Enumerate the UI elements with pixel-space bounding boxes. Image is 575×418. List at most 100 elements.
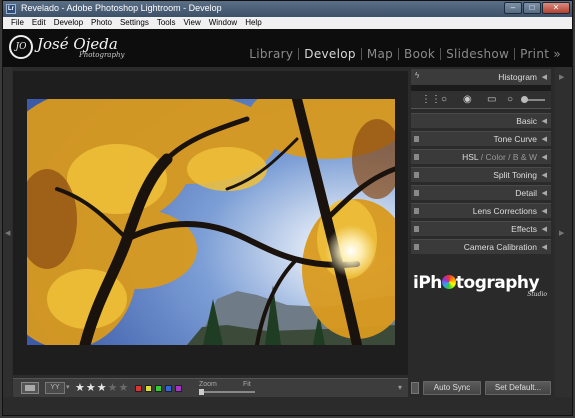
maximize-icon[interactable]: □	[523, 2, 541, 14]
panel-toggle-switch[interactable]	[414, 244, 419, 250]
star-icon[interactable]: ★	[108, 381, 118, 395]
identity-subtitle: Photography	[79, 51, 125, 59]
minimize-icon[interactable]: –	[504, 2, 522, 14]
develop-tool-strip: ⋮⋮ ○ ◉ ▭ ○	[411, 91, 551, 109]
panel-bottom-buttons: Auto Sync Set Default...	[411, 380, 551, 396]
menu-photo[interactable]: Photo	[87, 17, 116, 29]
tab-hsl[interactable]: HSL	[462, 152, 478, 162]
panel-toggle-switch[interactable]	[414, 172, 419, 178]
module-slideshow[interactable]: Slideshow	[441, 47, 514, 61]
star-rating[interactable]: ★ ★ ★ ★ ★	[75, 381, 128, 395]
panel-tone-curve[interactable]: Tone Curve ◀	[411, 131, 551, 146]
star-icon[interactable]: ★	[86, 381, 96, 395]
collapse-triangle-icon[interactable]: ◀	[542, 153, 547, 161]
panel-detail[interactable]: Detail ◀	[411, 185, 551, 200]
color-labels	[135, 385, 182, 392]
title-bar[interactable]: Lr Revelado - Adobe Photoshop Lightroom …	[3, 1, 572, 17]
panel-basic-label: Basic	[516, 116, 537, 126]
module-print[interactable]: Print »	[515, 47, 566, 61]
tool-slider-thumb[interactable]	[521, 96, 528, 103]
left-panel-collapsed[interactable]: ◀	[3, 67, 12, 397]
zoom-label: Zoom	[199, 381, 217, 388]
right-panel-collapse-icon[interactable]: ▶	[559, 229, 564, 237]
color-label-swatch[interactable]	[175, 385, 182, 392]
panel-lens-corrections[interactable]: Lens Corrections ◀	[411, 203, 551, 218]
zoom-fit-label: Fit	[243, 381, 251, 388]
autumn-tree-photo	[27, 99, 395, 345]
develop-right-panel: ϟ Histogram ◀ ⋮⋮ ○ ◉ ▭ ○ Basic ◀ Tone Cu…	[409, 67, 553, 397]
set-default-button[interactable]: Set Default...	[485, 381, 551, 395]
iphotography-watermark: iPh tography Studio	[413, 273, 549, 301]
loupe-view-button[interactable]	[21, 382, 39, 394]
tab-color[interactable]: Color	[485, 152, 505, 162]
chevron-down-icon[interactable]: ▾	[66, 383, 70, 391]
star-icon[interactable]: ★	[119, 381, 129, 395]
collapse-triangle-icon[interactable]: ◀	[542, 225, 547, 233]
lightroom-app-icon: Lr	[6, 4, 16, 14]
menu-view[interactable]: View	[180, 17, 205, 29]
panel-toggle-switch[interactable]	[414, 190, 419, 196]
panel-camera-calibration-label: Camera Calibration	[463, 242, 537, 252]
module-map[interactable]: Map	[362, 47, 398, 61]
color-label-swatch[interactable]	[165, 385, 172, 392]
panel-toggle-switch[interactable]	[414, 226, 419, 232]
color-label-swatch[interactable]	[145, 385, 152, 392]
window-controls: – □ ✕	[504, 2, 570, 14]
collapse-triangle-icon[interactable]: ◀	[542, 73, 547, 81]
panel-split-toning[interactable]: Split Toning ◀	[411, 167, 551, 182]
color-label-swatch[interactable]	[135, 385, 142, 392]
menu-file[interactable]: File	[7, 17, 28, 29]
auto-sync-button[interactable]: Auto Sync	[423, 381, 481, 395]
histogram-panel-header[interactable]: ϟ Histogram ◀	[411, 69, 551, 85]
hsl-separator: /	[480, 152, 484, 162]
menu-edit[interactable]: Edit	[28, 17, 50, 29]
module-develop[interactable]: Develop	[299, 47, 361, 61]
star-icon[interactable]: ★	[97, 381, 107, 395]
right-panel-toggle-icon[interactable]: ▶	[559, 73, 564, 81]
panel-lens-corrections-label: Lens Corrections	[472, 206, 537, 216]
module-book[interactable]: Book	[399, 47, 440, 61]
right-panel-edge[interactable]: ▶ ▶	[555, 67, 572, 397]
menu-window[interactable]: Window	[205, 17, 241, 29]
collapse-triangle-icon[interactable]: ◀	[542, 207, 547, 215]
collapse-triangle-icon[interactable]: ◀	[542, 189, 547, 197]
collapse-triangle-icon[interactable]: ◀	[542, 135, 547, 143]
module-library[interactable]: Library	[244, 47, 298, 61]
left-panel-toggle-icon[interactable]: ◀	[5, 229, 10, 237]
collapse-triangle-icon[interactable]: ◀	[542, 117, 547, 125]
star-icon[interactable]: ★	[75, 381, 85, 395]
panel-hsl[interactable]: HSL / Color / B & W ◀	[411, 149, 551, 164]
panel-effects[interactable]: Effects ◀	[411, 221, 551, 236]
zoom-slider-thumb[interactable]	[199, 389, 204, 395]
red-eye-icon[interactable]: ◉	[463, 95, 472, 105]
panel-split-toning-label: Split Toning	[493, 170, 537, 180]
panel-basic[interactable]: Basic ◀	[411, 113, 551, 128]
watermark-prefix: iPh	[413, 273, 442, 293]
panel-camera-calibration[interactable]: Camera Calibration ◀	[411, 239, 551, 254]
spot-removal-icon[interactable]: ○	[441, 95, 447, 105]
panel-toggle-switch[interactable]	[414, 154, 419, 160]
zoom-slider-track[interactable]	[199, 391, 255, 393]
identity-plate-bar: JO José Ojeda Photography Library Develo…	[3, 29, 572, 67]
before-after-button[interactable]: YY	[45, 382, 65, 394]
watermark-studio: Studio	[527, 291, 547, 298]
menu-help[interactable]: Help	[241, 17, 265, 29]
tab-bw[interactable]: B & W	[513, 152, 537, 162]
photo-preview	[27, 99, 395, 345]
adjustment-brush-icon[interactable]: ○	[507, 95, 513, 105]
graduated-filter-icon[interactable]: ▭	[487, 95, 496, 105]
crop-overlay-icon[interactable]: ⋮⋮	[421, 95, 441, 105]
menu-develop[interactable]: Develop	[50, 17, 87, 29]
toolbar-content-menu-icon[interactable]: ▾	[398, 383, 402, 392]
panel-toggle-switch[interactable]	[414, 208, 419, 214]
auto-sync-switch[interactable]	[411, 382, 419, 394]
panel-effects-label: Effects	[511, 224, 537, 234]
collapse-triangle-icon[interactable]: ◀	[542, 171, 547, 179]
menu-tools[interactable]: Tools	[153, 17, 180, 29]
collapse-triangle-icon[interactable]: ◀	[542, 243, 547, 251]
color-label-swatch[interactable]	[155, 385, 162, 392]
close-icon[interactable]: ✕	[542, 2, 570, 14]
panel-toggle-switch[interactable]	[414, 136, 419, 142]
menu-settings[interactable]: Settings	[116, 17, 153, 29]
watermark-suffix: tography	[455, 273, 540, 293]
